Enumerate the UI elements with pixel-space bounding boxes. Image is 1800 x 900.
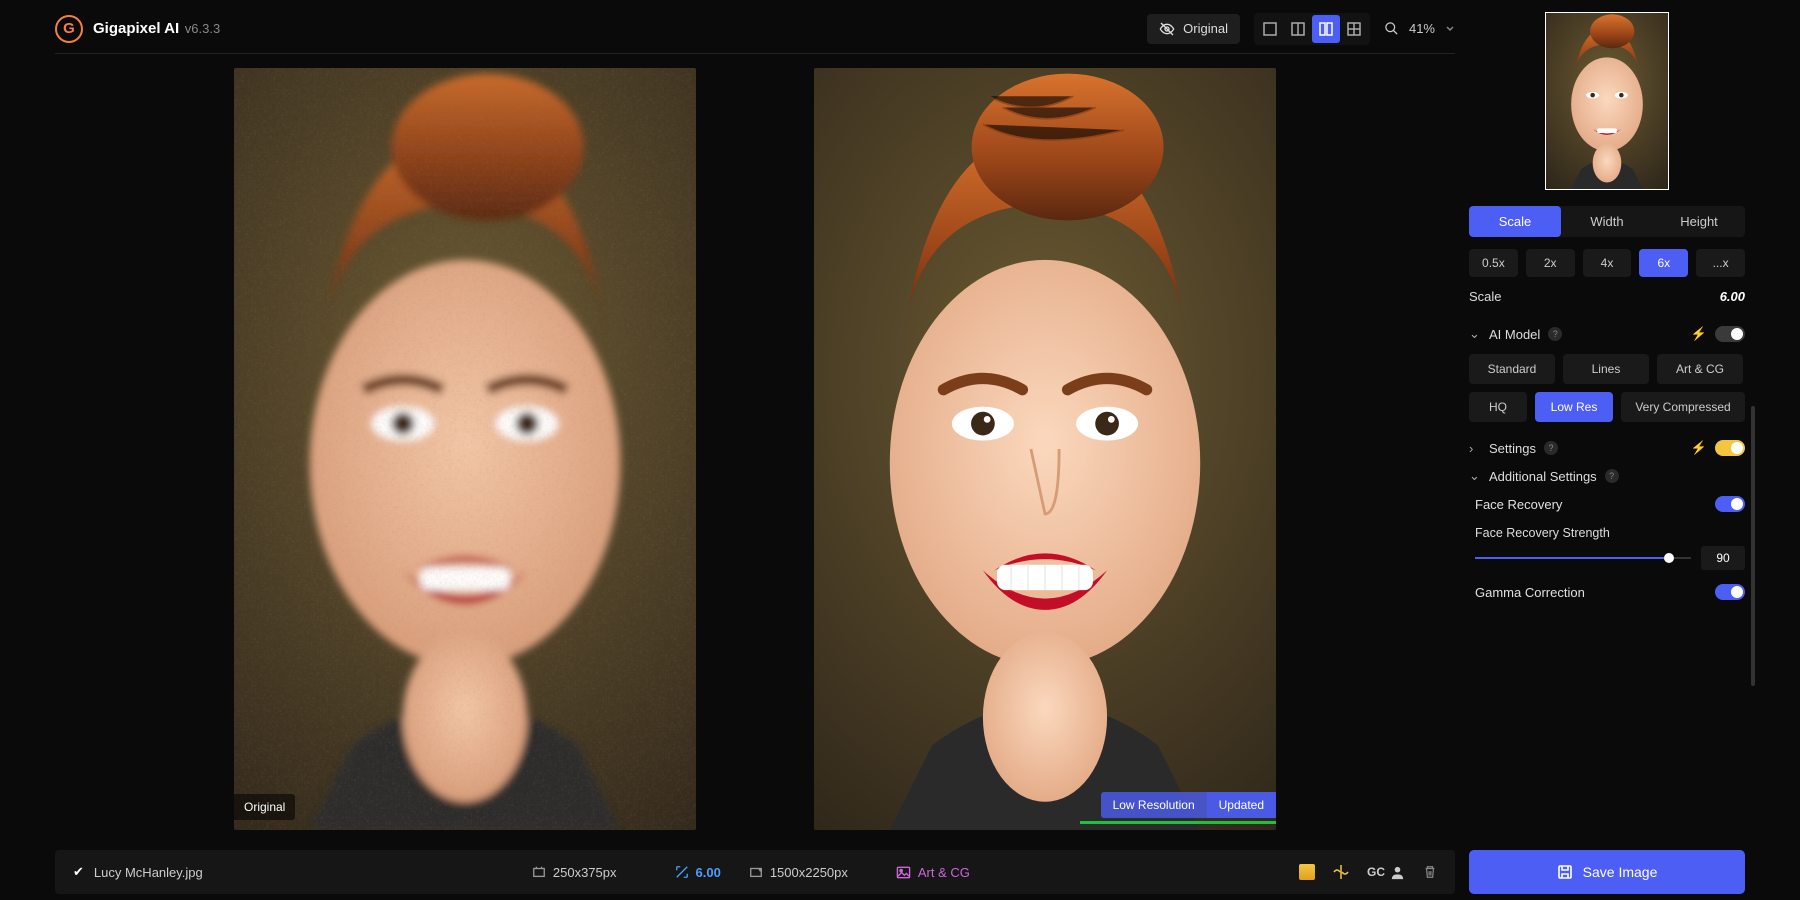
- bottom-bar: ✔ Lucy McHanley.jpg 250x375px 6.00 1500x…: [55, 850, 1455, 894]
- gamma-correction-label: Gamma Correction: [1475, 585, 1585, 600]
- zoom-value: 41%: [1409, 21, 1435, 36]
- thumbnail-preview[interactable]: [1545, 12, 1669, 190]
- chevron-down-icon: [1445, 24, 1455, 34]
- original-toggle-label: Original: [1183, 21, 1228, 36]
- model-hq[interactable]: HQ: [1469, 392, 1527, 422]
- face-recovery-label: Face Recovery: [1475, 497, 1562, 512]
- tab-width[interactable]: Width: [1561, 206, 1653, 237]
- chevron-down-icon[interactable]: ⌄: [1469, 468, 1481, 484]
- zoom-icon: [1384, 21, 1399, 36]
- view-mode-split[interactable]: [1284, 15, 1312, 43]
- settings-section-label: Settings: [1489, 441, 1536, 456]
- resize-mode-tabs: Scale Width Height: [1469, 206, 1745, 237]
- additional-settings-label: Additional Settings: [1489, 469, 1597, 484]
- thumbnail-icon[interactable]: [1299, 864, 1315, 880]
- picture-icon: [896, 865, 911, 880]
- original-toggle-button[interactable]: Original: [1147, 14, 1240, 44]
- bolt-icon: ⚡: [1691, 326, 1707, 342]
- preset-0-5x[interactable]: 0.5x: [1469, 249, 1518, 277]
- scale-icon: [675, 865, 689, 879]
- face-strength-value[interactable]: 90: [1701, 546, 1745, 570]
- scale-presets: 0.5x 2x 4x 6x ...x: [1469, 249, 1745, 277]
- model-standard[interactable]: Standard: [1469, 354, 1555, 384]
- save-image-button[interactable]: Save Image: [1469, 850, 1745, 894]
- ai-model-auto-toggle[interactable]: [1715, 326, 1745, 342]
- compare-split-icon[interactable]: [1333, 864, 1349, 880]
- help-icon[interactable]: ?: [1548, 327, 1562, 341]
- sidebar-scrollbar[interactable]: [1751, 406, 1755, 686]
- view-mode-grid[interactable]: [1340, 15, 1368, 43]
- preset-4x[interactable]: 4x: [1583, 249, 1632, 277]
- dimensions-in-icon: [532, 865, 546, 879]
- preset-6x[interactable]: 6x: [1639, 249, 1688, 277]
- view-mode-group: [1254, 13, 1370, 45]
- save-icon: [1557, 864, 1573, 880]
- trash-icon[interactable]: [1423, 865, 1437, 879]
- scale-label: Scale: [1469, 289, 1502, 304]
- progress-line: [1080, 821, 1276, 824]
- tab-scale[interactable]: Scale: [1469, 206, 1561, 237]
- bolt-icon: ⚡: [1691, 440, 1707, 456]
- preview-original[interactable]: Original: [234, 68, 696, 830]
- face-strength-label: Face Recovery Strength: [1475, 526, 1745, 540]
- model-badge: Low Resolution: [1101, 792, 1207, 818]
- scale-readout: 6.00: [1720, 289, 1745, 304]
- filename: Lucy McHanley.jpg: [94, 865, 203, 880]
- model-low-res[interactable]: Low Res: [1535, 392, 1613, 422]
- model-name: Art & CG: [918, 865, 970, 880]
- status-badge: Updated: [1207, 792, 1276, 818]
- check-icon: ✔: [73, 864, 84, 880]
- help-icon[interactable]: ?: [1605, 469, 1619, 483]
- app-name: Gigapixel AI: [93, 20, 179, 37]
- view-mode-single[interactable]: [1256, 15, 1284, 43]
- face-strength-slider[interactable]: [1475, 550, 1691, 566]
- save-button-label: Save Image: [1583, 864, 1658, 880]
- scale-value: 6.00: [696, 865, 721, 880]
- preview-updated[interactable]: Low Resolution Updated ☺ ☹: [814, 68, 1276, 830]
- app-logo-icon: G: [55, 15, 83, 43]
- help-icon[interactable]: ?: [1544, 441, 1558, 455]
- ai-model-section-label: AI Model: [1489, 327, 1540, 342]
- person-icon: [1390, 865, 1405, 880]
- model-art-cg[interactable]: Art & CG: [1657, 354, 1743, 384]
- settings-auto-toggle[interactable]: [1715, 440, 1745, 456]
- preset-2x[interactable]: 2x: [1526, 249, 1575, 277]
- app-version: v6.3.3: [185, 21, 220, 36]
- preset-custom[interactable]: ...x: [1696, 249, 1745, 277]
- dimensions-out-icon: [749, 865, 763, 879]
- chevron-down-icon[interactable]: ⌄: [1469, 326, 1481, 342]
- chevron-right-icon[interactable]: ›: [1469, 441, 1481, 456]
- model-lines[interactable]: Lines: [1563, 354, 1649, 384]
- gamma-toggle[interactable]: [1715, 584, 1745, 600]
- model-very-compressed[interactable]: Very Compressed: [1621, 392, 1745, 422]
- output-dimensions: 1500x2250px: [770, 865, 848, 880]
- source-dimensions: 250x375px: [553, 865, 617, 880]
- updated-badge-group: Low Resolution Updated: [1101, 792, 1276, 818]
- tab-height[interactable]: Height: [1653, 206, 1745, 237]
- original-badge: Original: [234, 794, 295, 820]
- zoom-control[interactable]: 41%: [1384, 21, 1455, 36]
- face-recovery-toggle[interactable]: [1715, 496, 1745, 512]
- gc-indicator: GC: [1367, 865, 1405, 880]
- view-mode-side-by-side[interactable]: [1312, 15, 1340, 43]
- eye-off-icon: [1159, 21, 1175, 37]
- brand: G Gigapixel AI v6.3.3: [55, 15, 220, 43]
